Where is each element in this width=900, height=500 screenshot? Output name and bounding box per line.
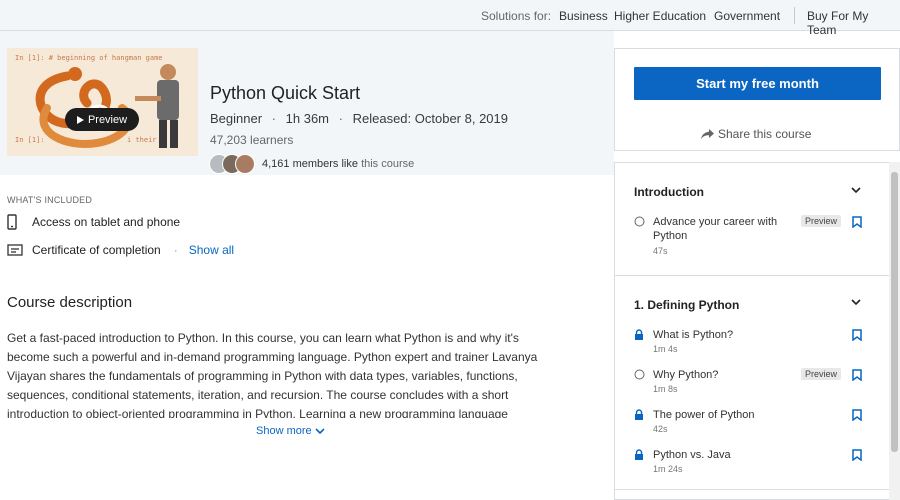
course-description-text: Get a fast-paced introduction to Python.… [7,331,538,418]
course-hero: In [1]: # beginning of hangman game In [… [0,31,614,175]
lesson-duration: 1m 8s [653,384,678,394]
scrollbar-thumb[interactable] [891,172,898,452]
bookmark-icon[interactable] [852,409,862,421]
included-item-certificate: Certificate of completion · Show all [7,243,234,257]
section-title-defining-python[interactable]: 1. Defining Python [634,298,739,312]
chevron-down-icon[interactable] [851,297,861,307]
avatar [235,154,255,174]
nav-link-higher-education[interactable]: Higher Education [614,9,706,23]
lock-icon [635,409,643,420]
buy-for-my-team-link[interactable]: Buy For My Team [807,9,900,37]
cta-panel: Start my free month Share this course [614,48,900,151]
lesson-item[interactable]: Why Python? 1m 8s Preview [634,368,869,396]
nav-link-business[interactable]: Business [559,9,608,23]
lesson-title: The power of Python [653,409,755,421]
section-divider [615,275,890,276]
members-like: 4,161 members like this course [262,158,414,170]
lesson-duration: 1m 24s [653,464,683,474]
course-thumbnail[interactable]: In [1]: # beginning of hangman game In [… [7,48,198,156]
lesson-duration: 1m 4s [653,344,678,354]
bookmark-icon[interactable] [852,449,862,461]
lesson-item[interactable]: Python vs. Java 1m 24s [634,448,869,476]
lesson-item[interactable]: The power of Python 42s [634,408,869,436]
top-nav-bar: Solutions for: Business Higher Education… [0,0,900,37]
nav-divider [794,7,795,24]
bookmark-icon[interactable] [852,329,862,341]
toc-scrollbar[interactable] [889,162,900,500]
bookmark-icon[interactable] [852,369,862,381]
preview-label: Preview [87,113,128,126]
lesson-title: Advance your career with Python [653,216,778,242]
course-description-heading: Course description [7,294,133,311]
course-title: Python Quick Start [210,83,361,103]
snake-illustration [35,64,179,148]
lesson-duration: 42s [653,424,668,434]
lesson-title: Python vs. Java [653,449,731,461]
share-course-button[interactable]: Share this course [701,127,811,141]
included-item-label: Access on tablet and phone [32,215,181,229]
chevron-down-icon[interactable] [851,185,861,195]
unlocked-circle-icon [634,369,645,380]
members-count: 4,161 members like [262,158,358,170]
course-release-date: Released: October 8, 2019 [352,111,508,126]
course-contents-panel: Introduction Advance your career with Py… [614,162,900,500]
section-title-introduction[interactable]: Introduction [634,185,704,199]
show-more-button[interactable]: Show more [256,425,325,437]
course-duration: 1h 36m [285,111,330,126]
phone-icon [7,214,17,230]
members-suffix: this course [361,158,415,170]
show-all-link[interactable]: Show all [189,243,234,257]
member-avatars [209,154,257,174]
play-icon [76,115,84,124]
lesson-item[interactable]: Advance your career with Python 47s Prev… [634,215,869,256]
lesson-duration: 47s [653,246,668,256]
solutions-label: Solutions for: [481,9,552,23]
course-level: Beginner [210,111,263,126]
chevron-down-icon [315,428,325,434]
bookmark-icon[interactable] [852,216,862,228]
lock-icon [635,329,643,340]
included-item-label: Certificate of completion [32,243,161,257]
certificate-icon [7,244,23,256]
share-icon [701,128,714,139]
nav-link-government[interactable]: Government [714,9,780,23]
start-free-month-button[interactable]: Start my free month [634,67,881,100]
share-label: Share this course [718,127,812,141]
lesson-item[interactable]: What is Python? 1m 4s [634,328,869,356]
preview-badge: Preview [801,215,842,227]
show-more-label: Show more [256,425,312,437]
lesson-title: Why Python? [653,369,719,381]
preview-badge: Preview [801,368,842,380]
whats-included-heading: WHAT'S INCLUDED [7,195,93,205]
lesson-title: What is Python? [653,329,734,341]
lock-icon [635,449,643,460]
learner-count: 47,203 learners [210,133,294,147]
unlocked-circle-icon [634,216,645,227]
course-meta: Beginner · 1h 36m · Released: October 8,… [210,111,508,126]
included-item-tablet: Access on tablet and phone [7,214,180,230]
section-divider [615,489,890,490]
preview-button[interactable]: Preview [65,108,139,131]
